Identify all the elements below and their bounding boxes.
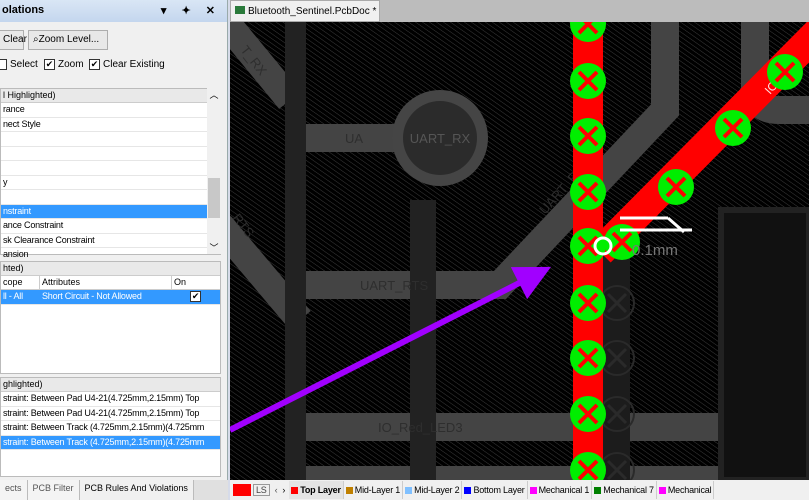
- layer-tab[interactable]: Top Layer: [289, 481, 344, 499]
- violation-item[interactable]: straint: Between Track (4.725mm,2.15mm)(…: [1, 435, 220, 450]
- rule-item[interactable]: [1, 147, 220, 161]
- rule-item[interactable]: [1, 161, 220, 176]
- checkbox-label: Select: [10, 59, 38, 70]
- layer-tabs-bar: LS ‹ › Top Layer Mid-Layer 1 Mid-Layer 2 Bo…: [230, 480, 809, 500]
- violation-marker: [570, 174, 606, 210]
- layer-color-swatch: [594, 486, 602, 494]
- col-on[interactable]: On: [172, 276, 188, 289]
- panel-title: olations: [2, 4, 45, 16]
- doc-tab-label: Bluetooth_Sentinel.PcbDoc *: [248, 6, 377, 17]
- detail-header: hted): [1, 262, 220, 276]
- violation-marker: [570, 396, 606, 432]
- layer-name: Mid-Layer 2: [414, 485, 460, 495]
- rule-item[interactable]: sk Clearance Constraint: [1, 234, 220, 248]
- track-label-uart-rts: UART_RTS: [360, 278, 428, 293]
- pcb-canvas[interactable]: UART_RX UA UART_RTS IO_Red_LED3 T_RX RTS…: [230, 22, 809, 480]
- layer-tab[interactable]: Mid-Layer 1: [344, 481, 404, 499]
- scroll-right-icon[interactable]: ›: [282, 485, 285, 495]
- violation-item[interactable]: straint: Between Track (4.725mm,2.15mm)(…: [1, 421, 220, 436]
- layer-name: Mechanical 7: [603, 485, 654, 495]
- pad-label-uart-rx: UART_RX: [410, 131, 471, 146]
- checkbox-select[interactable]: Select: [0, 59, 38, 70]
- col-scope[interactable]: cope: [1, 276, 40, 289]
- rules-scrollbar[interactable]: ︿ ﹀: [207, 88, 221, 254]
- violation-marker: [767, 54, 803, 90]
- layer-name: Mid-Layer 1: [354, 485, 401, 495]
- violation-marker: [658, 169, 694, 205]
- zoom-level-button[interactable]: ⌕Zoom Level...: [28, 30, 108, 50]
- rule-item[interactable]: rance: [1, 103, 220, 118]
- rule-detail-list: hted) cope Attributes On ll - All Short …: [0, 261, 221, 374]
- layer-name: Mechanical 1: [538, 485, 590, 495]
- rule-item[interactable]: [1, 190, 220, 205]
- checkbox-box[interactable]: ✔: [89, 59, 100, 70]
- checkbox-label: Zoom: [58, 59, 84, 70]
- layer-tab[interactable]: Bottom Layer: [462, 481, 528, 499]
- tab-pcbdoc[interactable]: Bluetooth_Sentinel.PcbDoc *: [230, 0, 380, 22]
- checkbox-box[interactable]: ✔: [44, 59, 55, 70]
- rule-attributes: Short Circuit - Not Allowed: [42, 291, 142, 301]
- rule-row[interactable]: ll - All Short Circuit - Not Allowed ✔: [1, 290, 220, 305]
- rule-item[interactable]: nstraint: [1, 204, 220, 219]
- layer-name: Bottom Layer: [473, 485, 525, 495]
- violation-marker: [570, 228, 606, 264]
- rule-item[interactable]: nect Style: [1, 118, 220, 132]
- violation-marker: [570, 118, 606, 154]
- layer-tab[interactable]: Mid-Layer 2: [403, 481, 463, 499]
- violation-item[interactable]: straint: Between Pad U4-21(4.725mm,2.15m…: [1, 407, 220, 421]
- violation-marker: [570, 63, 606, 99]
- layer-color-swatch: [291, 486, 299, 494]
- checkbox-clear-existing[interactable]: ✔ Clear Existing: [89, 59, 165, 70]
- violation-marker: [570, 340, 606, 376]
- layer-color-swatch: [345, 486, 353, 494]
- violation-marker: [570, 285, 606, 321]
- checkbox-zoom[interactable]: ✔ Zoom: [44, 59, 84, 70]
- layer-tab[interactable]: Mechanical: [657, 481, 715, 499]
- panel-title-bar: olations ▾ ✦ ✕: [0, 0, 227, 22]
- checkbox-label: Clear Existing: [103, 59, 165, 70]
- scroll-left-icon[interactable]: ‹: [275, 485, 278, 495]
- track-label-ua: UA: [345, 131, 363, 146]
- rule-item[interactable]: ance Constraint: [1, 219, 220, 234]
- layer-color-swatch: [658, 486, 666, 494]
- checkbox-box[interactable]: [0, 59, 7, 70]
- layer-color-swatch: [464, 486, 472, 494]
- panel-tab[interactable]: PCB Filter: [27, 480, 80, 500]
- pcb-doc-icon: [235, 6, 245, 14]
- rule-on-checkbox[interactable]: ✔: [190, 291, 201, 302]
- rule-scope: ll - All: [3, 291, 23, 301]
- rule-item[interactable]: y: [1, 176, 220, 190]
- panel-controls[interactable]: ▾ ✦ ✕: [161, 4, 221, 17]
- violation-item[interactable]: straint: Between Pad U4-21(4.725mm,2.15m…: [1, 392, 220, 407]
- panel-tab[interactable]: PCB Rules And Violations: [79, 480, 194, 500]
- rules-header: l Highlighted): [1, 89, 220, 103]
- layer-tab[interactable]: Mechanical 7: [592, 481, 657, 499]
- layer-set-button[interactable]: LS: [253, 484, 270, 496]
- layer-color-swatch: [405, 486, 413, 494]
- layer-name: Top Layer: [300, 485, 341, 495]
- rules-list: l Highlighted) rance nect Style y nstraint a…: [0, 88, 221, 263]
- violations-list: ghlighted) straint: Between Pad U4-21(4.…: [0, 377, 221, 477]
- zoom-level-label: Zoom Level...: [38, 34, 100, 45]
- panel-tab[interactable]: ects: [0, 480, 28, 500]
- current-layer-swatch: [233, 484, 251, 496]
- track-label-io-red: IO_Red_LED3: [378, 420, 463, 435]
- violations-panel: olations ▾ ✦ ✕ Clear ⌕Zoom Level... Selec…: [0, 0, 228, 500]
- violations-header: ghlighted): [1, 378, 220, 392]
- measure-label: 0.1mm: [632, 242, 678, 259]
- clear-button[interactable]: Clear: [0, 30, 27, 50]
- violation-marker: [715, 110, 751, 146]
- layer-color-swatch: [529, 486, 537, 494]
- col-attributes[interactable]: Attributes: [40, 276, 172, 289]
- rule-item[interactable]: [1, 132, 220, 147]
- layer-name: Mechanical: [667, 485, 712, 495]
- layer-tab[interactable]: Mechanical 1: [528, 481, 593, 499]
